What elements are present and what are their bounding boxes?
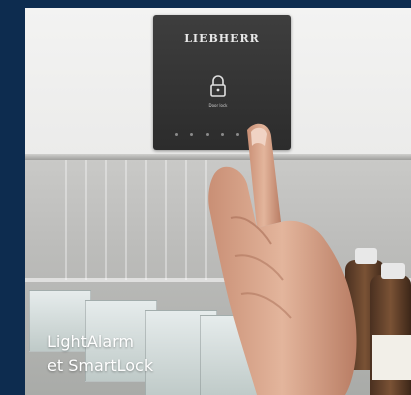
caption-line-2: et SmartLock xyxy=(47,356,154,375)
teaser-card[interactable]: LIEBHERR Door lock LightAlarm et SmartLo… xyxy=(0,0,411,395)
caption-line-1: LightAlarm xyxy=(47,332,135,351)
caption: LightAlarm et SmartLock xyxy=(47,330,153,378)
